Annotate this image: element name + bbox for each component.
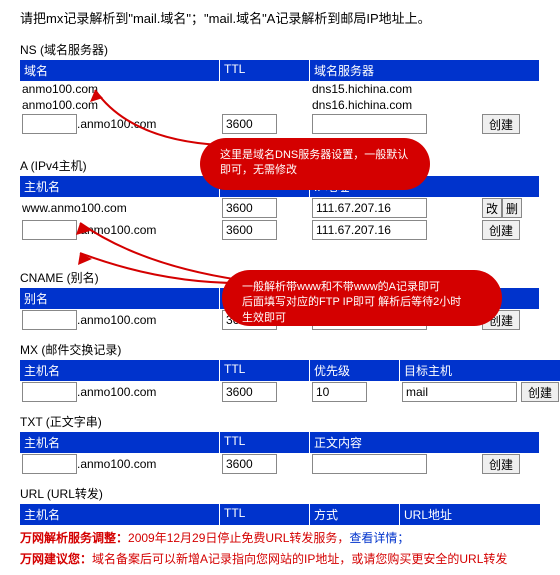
- cname-suffix: .anmo100.com: [77, 313, 156, 327]
- callout2-line3: 生效即可: [242, 311, 482, 326]
- a-delete-button[interactable]: 删: [502, 198, 522, 218]
- callout1-line2: 即可，无需修改: [220, 163, 410, 178]
- ns-server-input[interactable]: [312, 114, 427, 134]
- url-h-addr: URL地址: [400, 504, 540, 525]
- callout2: 一般解析带www和不带www的A记录即可 后面填写对应的FTP IP即可 解析后…: [222, 270, 502, 326]
- mx-create-button[interactable]: 创建: [521, 382, 559, 402]
- notice1-link[interactable]: 查看详情；: [349, 531, 409, 545]
- callout2-arrow: [60, 215, 260, 285]
- notice2-bold: 万网建议您：: [20, 552, 92, 566]
- ns-row-server: dns16.hichina.com: [310, 97, 540, 113]
- mx-pri-input[interactable]: [312, 382, 367, 402]
- notice1-bold: 万网解析服务调整：: [20, 531, 128, 545]
- url-h-method: 方式: [310, 504, 400, 525]
- txt-h-content: 正文内容: [310, 432, 540, 453]
- notice-row: 万网解析服务调整：2009年12月29日停止免费URL转发服务，查看详情；: [20, 529, 540, 546]
- ns-h-domain: 域名: [20, 60, 220, 81]
- mx-title: MX (邮件交换记录): [20, 341, 540, 358]
- url-h-host: 主机名: [20, 504, 220, 525]
- txt-h-ttl: TTL: [220, 432, 310, 453]
- url-title: URL (URL转发): [20, 485, 540, 502]
- mx-host-input[interactable]: [22, 382, 77, 402]
- txt-host-input[interactable]: [22, 454, 77, 474]
- ns-domain-input[interactable]: [22, 114, 77, 134]
- intro-text: 请把mx记录解析到"mail.域名"；"mail.域名"A记录解析到邮局IP地址…: [20, 8, 540, 27]
- callout2-line1: 一般解析带www和不带www的A记录即可: [242, 280, 482, 295]
- ns-title: NS (域名服务器): [20, 41, 540, 58]
- txt-suffix: .anmo100.com: [77, 457, 156, 471]
- cname-h-alias: 别名: [20, 288, 220, 309]
- notice2-text: 域名备案后可以新增A记录指向您网站的IP地址，或请您购买更安全的URL转发: [92, 552, 507, 566]
- txt-h-host: 主机名: [20, 432, 220, 453]
- callout1: 这里是域名DNS服务器设置，一般默认 即可，无需修改: [200, 138, 430, 190]
- callout2-line2: 后面填写对应的FTP IP即可 解析后等待2小时: [242, 295, 482, 310]
- txt-create-button[interactable]: 创建: [482, 454, 520, 474]
- mx-h-host: 主机名: [20, 360, 220, 381]
- mx-h-pri: 优先级: [310, 360, 400, 381]
- mx-h-ttl: TTL: [220, 360, 310, 381]
- callout1-line1: 这里是域名DNS服务器设置，一般默认: [220, 148, 410, 163]
- ns-h-server: 域名服务器: [310, 60, 540, 81]
- cname-alias-input[interactable]: [22, 310, 77, 330]
- a-ip-input[interactable]: [312, 220, 427, 240]
- mx-ttl-input[interactable]: [222, 382, 277, 402]
- a-create-button[interactable]: 创建: [482, 220, 520, 240]
- txt-ttl-input[interactable]: [222, 454, 277, 474]
- a-row-ip-input[interactable]: [312, 198, 427, 218]
- notice1-text: 2009年12月29日停止免费URL转发服务，: [128, 531, 349, 545]
- a-edit-button[interactable]: 改: [482, 198, 502, 218]
- notice-row: 万网建议您：域名备案后可以新增A记录指向您网站的IP地址，或请您购买更安全的UR…: [20, 550, 540, 567]
- mx-h-target: 目标主机: [400, 360, 560, 381]
- mx-suffix: .anmo100.com: [77, 385, 156, 399]
- ns-row-server: dns15.hichina.com: [310, 81, 540, 97]
- url-h-ttl: TTL: [220, 504, 310, 525]
- txt-title: TXT (正文字串): [20, 413, 540, 430]
- a-h-host: 主机名: [20, 176, 220, 197]
- ns-h-ttl: TTL: [220, 60, 310, 81]
- ns-create-button[interactable]: 创建: [482, 114, 520, 134]
- mx-target-input[interactable]: [402, 382, 517, 402]
- txt-content-input[interactable]: [312, 454, 427, 474]
